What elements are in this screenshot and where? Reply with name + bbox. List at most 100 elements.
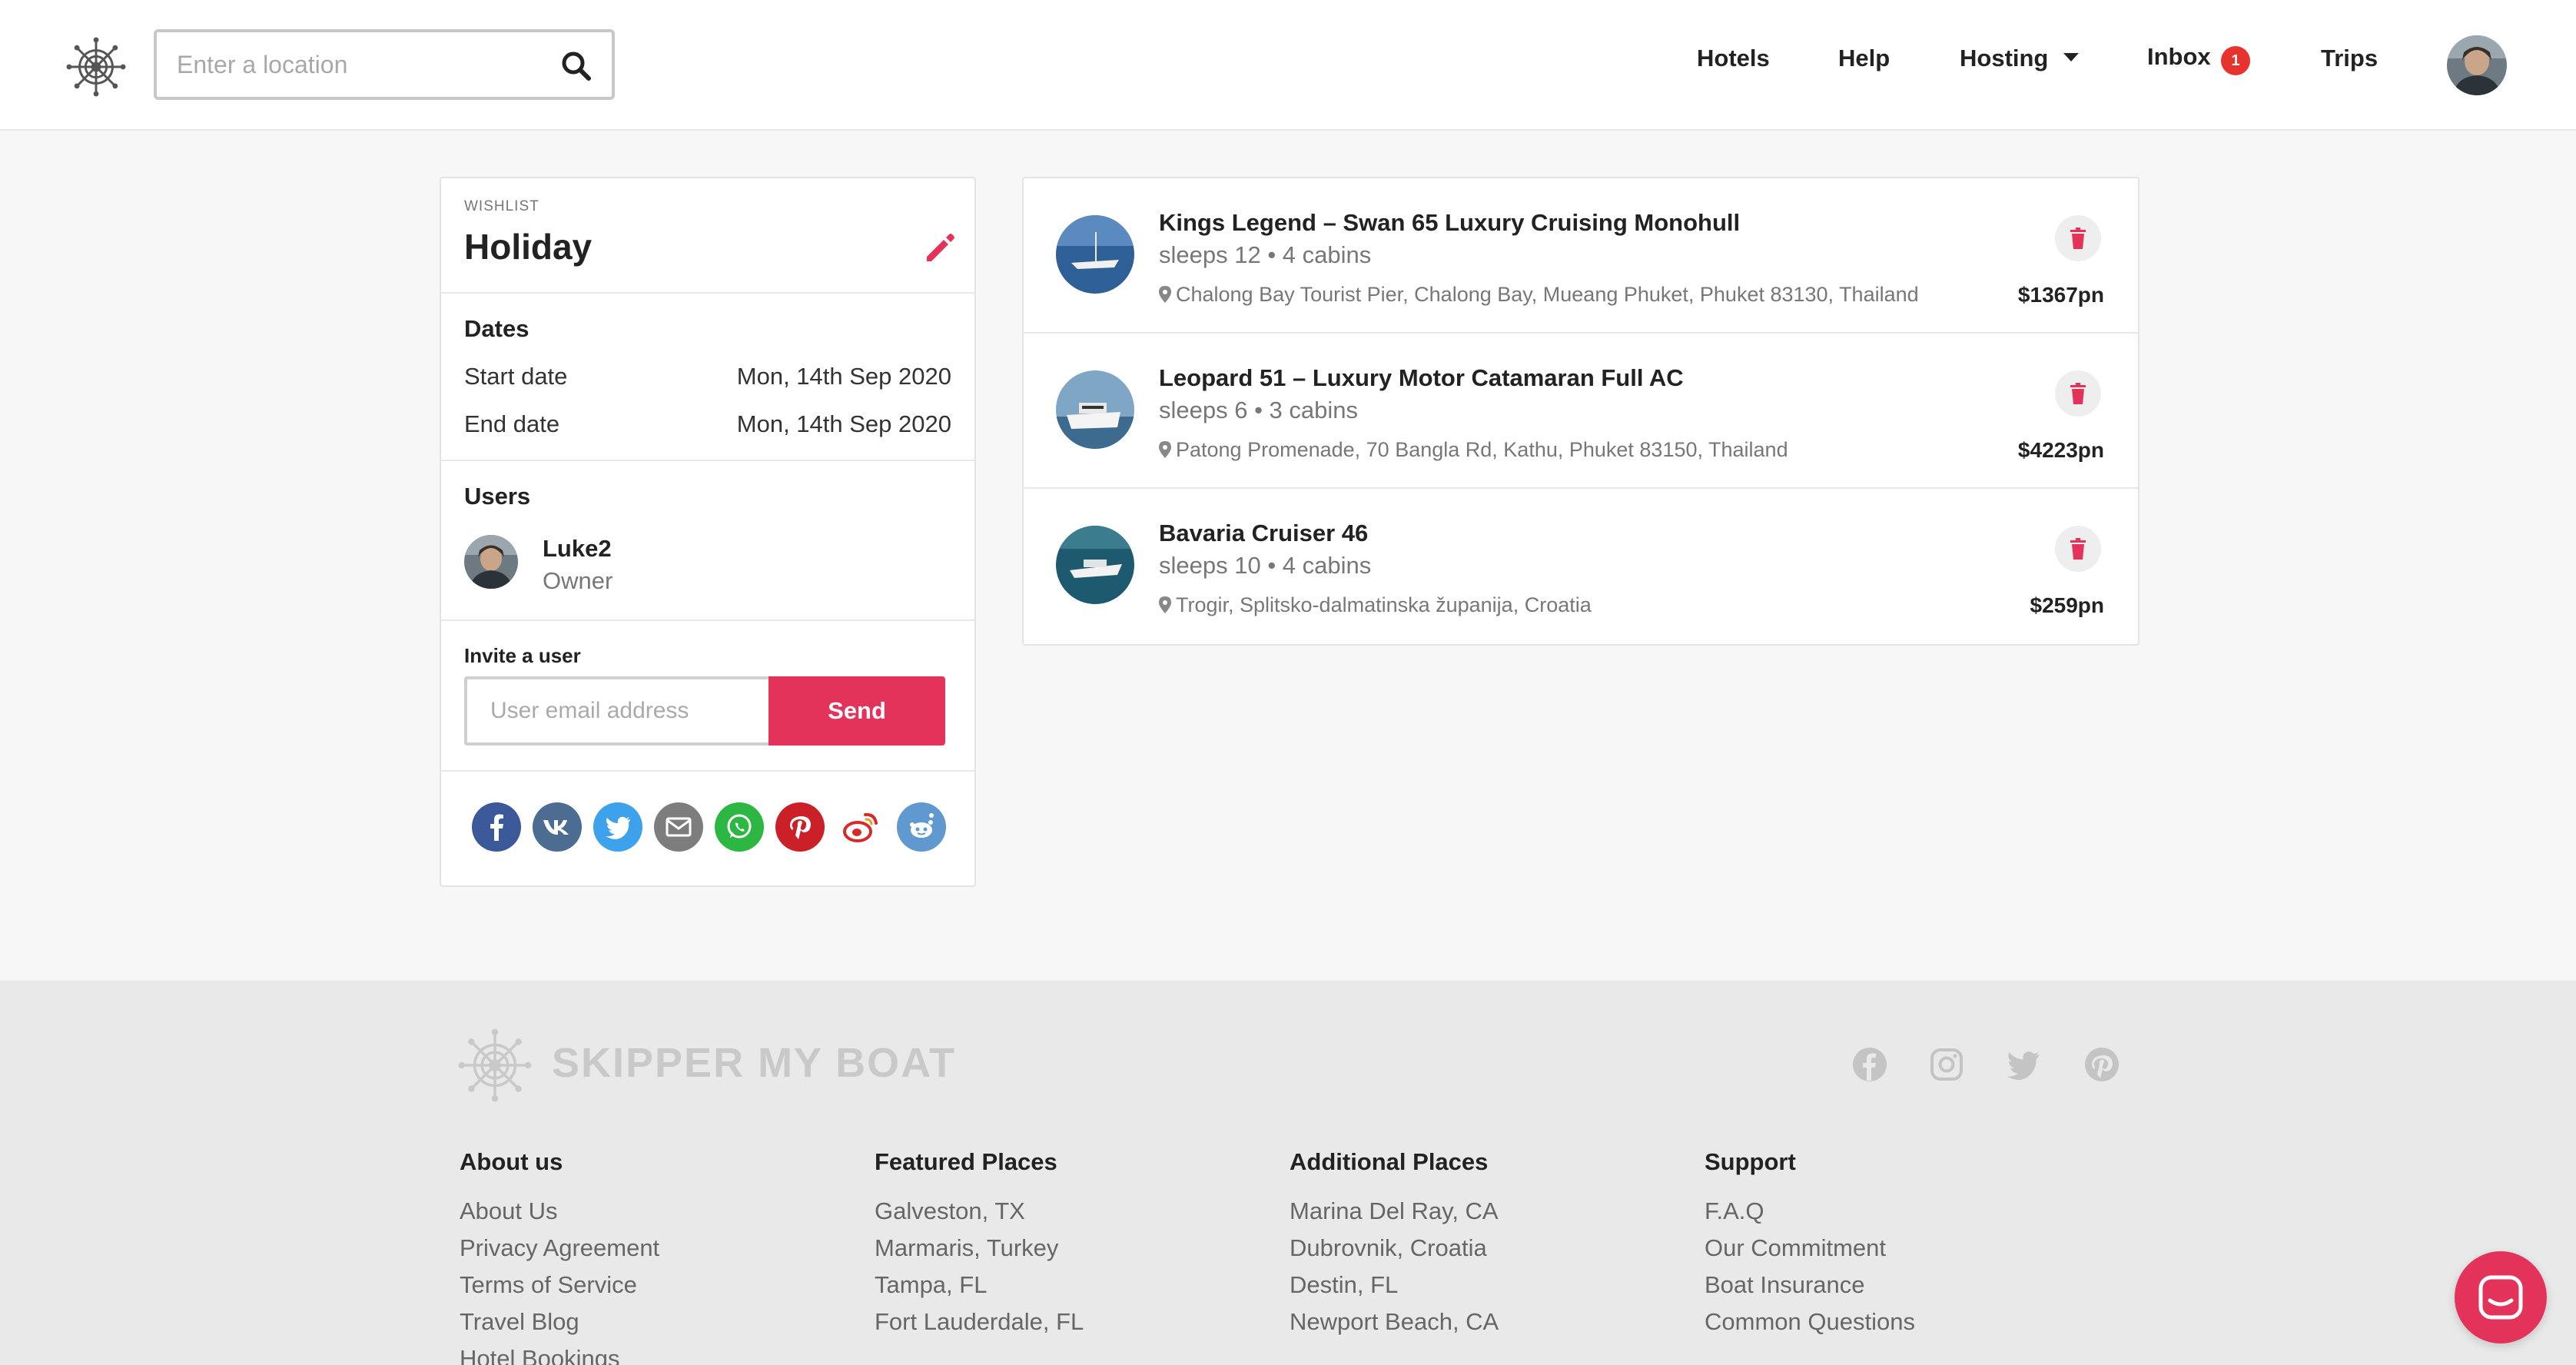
listing-item[interactable]: Leopard 51 – Luxury Motor Catamaran Full… xyxy=(1024,334,2138,489)
end-date-label: End date xyxy=(464,410,560,437)
remove-listing-button[interactable] xyxy=(2055,370,2101,417)
weibo-icon[interactable] xyxy=(836,802,885,852)
footer-link[interactable]: Common Questions xyxy=(1705,1304,1915,1340)
listing-title[interactable]: Kings Legend – Swan 65 Luxury Cruising M… xyxy=(1159,209,1740,237)
footer-link[interactable]: Galveston, TX xyxy=(875,1193,1084,1230)
nav-hotels[interactable]: Hotels xyxy=(1697,45,1770,72)
facebook-icon[interactable] xyxy=(472,802,521,852)
listing-location: Chalong Bay Tourist Pier, Chalong Bay, M… xyxy=(1159,283,1919,307)
end-date-value[interactable]: Mon, 14th Sep 2020 xyxy=(737,410,951,438)
listing-location-text: Patong Promenade, 70 Bangla Rd, Kathu, P… xyxy=(1176,438,1788,461)
listing-location-text: Chalong Bay Tourist Pier, Chalong Bay, M… xyxy=(1176,283,1919,306)
listing-item[interactable]: Kings Legend – Swan 65 Luxury Cruising M… xyxy=(1024,178,2138,334)
footer-column-featured-places: Featured Places Galveston, TX Marmaris, … xyxy=(875,1148,1084,1340)
dates-section: Dates Start date Mon, 14th Sep 2020 End … xyxy=(441,294,974,461)
send-invite-button[interactable]: Send xyxy=(768,676,945,746)
nav-inbox[interactable]: Inbox xyxy=(2147,43,2211,71)
footer-link[interactable]: Travel Blog xyxy=(460,1304,659,1340)
edit-pencil-icon[interactable] xyxy=(921,227,961,267)
share-section xyxy=(441,772,974,885)
ship-wheel-logo-icon[interactable] xyxy=(458,1028,532,1102)
listing-title[interactable]: Leopard 51 – Luxury Motor Catamaran Full… xyxy=(1159,364,1684,392)
user-name: Luke2 xyxy=(543,535,612,562)
trash-icon xyxy=(2070,383,2086,404)
nav-trips[interactable]: Trips xyxy=(2321,45,2378,72)
footer-link[interactable]: Hotel Bookings xyxy=(460,1340,659,1365)
wishlist-listings: Kings Legend – Swan 65 Luxury Cruising M… xyxy=(1022,177,2139,646)
twitter-icon[interactable] xyxy=(2006,1047,2041,1082)
footer-link[interactable]: About Us xyxy=(460,1193,659,1230)
wishlist-title: Holiday xyxy=(464,227,593,267)
listing-capacity: sleeps 6 • 3 cabins xyxy=(1159,397,1359,423)
boat-thumbnail[interactable] xyxy=(1056,370,1134,449)
footer-link[interactable]: Our Commitment xyxy=(1705,1230,1915,1267)
listing-capacity: sleeps 12 • 4 cabins xyxy=(1159,241,1372,268)
invite-label: Invite a user xyxy=(464,644,581,667)
users-section: Users Luke2 Owner xyxy=(441,461,974,621)
page: Hotels Help Hosting Inbox 1 Trips WISHLI… xyxy=(0,0,2576,1365)
pinterest-icon[interactable] xyxy=(2084,1047,2120,1082)
footer-column-heading: Featured Places xyxy=(875,1148,1057,1175)
footer-link[interactable]: Dubrovnik, Croatia xyxy=(1290,1230,1499,1267)
listing-location: Trogir, Splitsko-dalmatinska županija, C… xyxy=(1159,593,1592,617)
footer-link[interactable]: Marmaris, Turkey xyxy=(875,1230,1084,1267)
footer: SKIPPER MY BOAT About us About Us Privac… xyxy=(0,981,2576,1365)
footer-link[interactable]: Tampa, FL xyxy=(875,1267,1084,1304)
pinterest-icon[interactable] xyxy=(775,802,825,852)
listing-location: Patong Promenade, 70 Bangla Rd, Kathu, P… xyxy=(1159,438,1788,462)
wishlist-label: WISHLIST xyxy=(464,198,539,214)
remove-listing-button[interactable] xyxy=(2055,215,2101,261)
footer-link[interactable]: F.A.Q xyxy=(1705,1193,1915,1230)
trash-icon xyxy=(2070,227,2086,249)
start-date-value[interactable]: Mon, 14th Sep 2020 xyxy=(737,363,951,390)
dates-heading: Dates xyxy=(464,315,529,342)
boat-thumbnail[interactable] xyxy=(1056,215,1134,294)
listing-location-text: Trogir, Splitsko-dalmatinska županija, C… xyxy=(1176,593,1592,616)
footer-column-heading: About us xyxy=(460,1148,563,1175)
nav-hosting-label: Hosting xyxy=(1960,45,2049,71)
twitter-icon[interactable] xyxy=(593,802,642,852)
location-search[interactable] xyxy=(154,29,615,100)
listing-item[interactable]: Bavaria Cruiser 46 sleeps 10 • 4 cabins … xyxy=(1024,489,2138,644)
listing-capacity: sleeps 10 • 4 cabins xyxy=(1159,552,1372,579)
trash-icon xyxy=(2070,538,2086,560)
wishlist-card: WISHLIST Holiday Dates Start date Mon, 1… xyxy=(440,177,976,887)
reddit-icon[interactable] xyxy=(897,802,946,852)
listing-price: $1367pn xyxy=(2017,283,2104,307)
ship-wheel-logo-icon[interactable] xyxy=(66,37,126,97)
footer-column-heading: Support xyxy=(1705,1148,1796,1175)
vk-icon[interactable] xyxy=(533,802,582,852)
footer-link[interactable]: Destin, FL xyxy=(1290,1267,1499,1304)
search-icon[interactable] xyxy=(559,49,593,83)
listing-title[interactable]: Bavaria Cruiser 46 xyxy=(1159,520,1368,547)
email-icon[interactable] xyxy=(654,802,703,852)
footer-brand: SKIPPER MY BOAT xyxy=(552,1040,957,1086)
listing-price: $259pn xyxy=(2030,593,2105,617)
location-pin-icon xyxy=(1159,286,1171,303)
footer-column-heading: Additional Places xyxy=(1290,1148,1489,1175)
footer-link[interactable]: Boat Insurance xyxy=(1705,1267,1915,1304)
footer-link[interactable]: Privacy Agreement xyxy=(460,1230,659,1267)
nav-hosting[interactable]: Hosting xyxy=(1960,45,2080,72)
nav-help[interactable]: Help xyxy=(1838,45,1890,72)
facebook-icon[interactable] xyxy=(1852,1047,1887,1082)
chat-icon xyxy=(2478,1275,2523,1320)
footer-link[interactable]: Terms of Service xyxy=(460,1267,659,1304)
footer-column-about: About us About Us Privacy Agreement Term… xyxy=(460,1148,659,1365)
invite-email-input[interactable] xyxy=(464,676,768,746)
footer-link[interactable]: Fort Lauderdale, FL xyxy=(875,1304,1084,1340)
caret-down-icon xyxy=(2063,53,2080,62)
top-header: Hotels Help Hosting Inbox 1 Trips xyxy=(0,0,2576,131)
boat-thumbnail[interactable] xyxy=(1056,526,1134,604)
instagram-icon[interactable] xyxy=(1929,1047,1964,1082)
chat-launcher-button[interactable] xyxy=(2455,1251,2547,1343)
user-avatar-menu[interactable] xyxy=(2447,35,2507,95)
remove-listing-button[interactable] xyxy=(2055,526,2101,572)
location-search-input[interactable] xyxy=(177,46,546,83)
location-pin-icon xyxy=(1159,596,1171,613)
user-avatar xyxy=(464,535,518,589)
inbox-count-badge: 1 xyxy=(2221,46,2250,75)
whatsapp-icon[interactable] xyxy=(715,802,764,852)
footer-link[interactable]: Newport Beach, CA xyxy=(1290,1304,1499,1340)
footer-link[interactable]: Marina Del Ray, CA xyxy=(1290,1193,1499,1230)
